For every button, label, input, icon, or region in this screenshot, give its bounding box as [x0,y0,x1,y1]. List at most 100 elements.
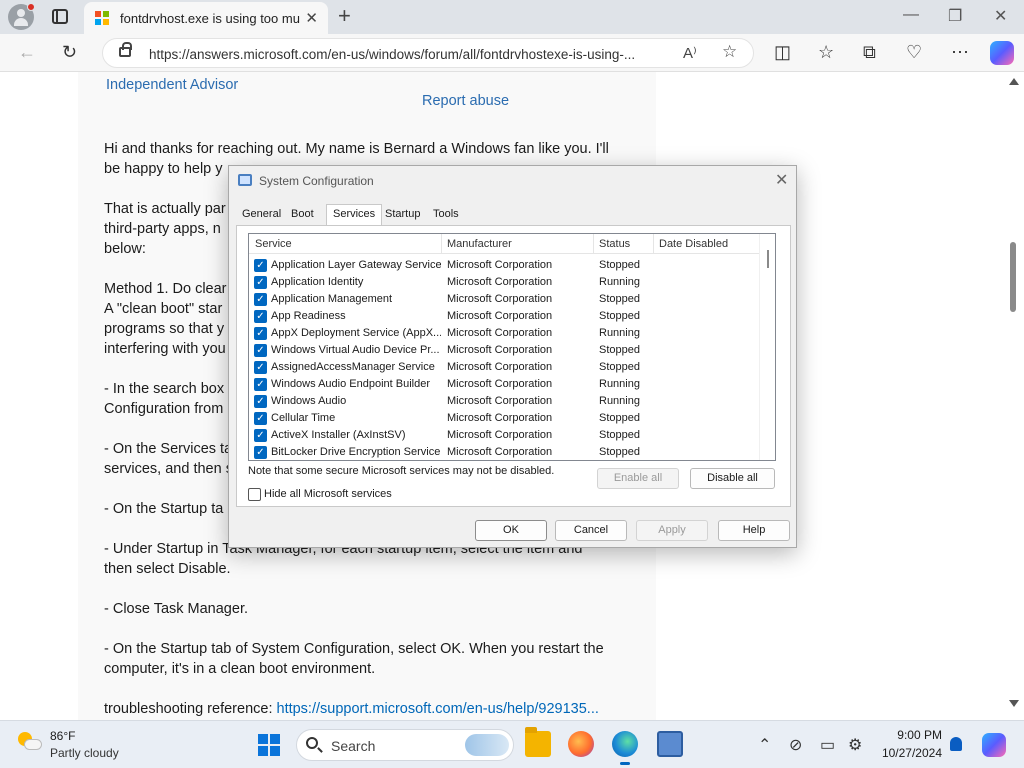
column-service[interactable]: Service [255,238,292,250]
column-date-disabled[interactable]: Date Disabled [659,238,728,250]
restore-icon[interactable]: ❐ [948,6,962,26]
firefox-icon[interactable] [568,731,594,757]
split-screen-icon[interactable]: ◫ [774,43,791,61]
lock-icon[interactable] [119,42,132,57]
tab-actions-icon[interactable] [52,9,68,24]
read-aloud-icon[interactable]: A⁾ [683,44,697,62]
new-tab-icon[interactable]: + [338,3,351,29]
column-separator[interactable] [441,234,442,254]
service-row[interactable]: ✓ Windows Audio Microsoft Corporation Ru… [249,393,759,410]
service-checkbox[interactable]: ✓ [254,276,267,289]
service-row[interactable]: ✓ AppX Deployment Service (AppX... Micro… [249,325,759,342]
service-name: ActiveX Installer (AxInstSV) [271,429,406,441]
clock-time[interactable]: 9:00 PM [892,728,942,742]
column-separator[interactable] [593,234,594,254]
services-list[interactable]: Service Manufacturer Status Date Disable… [248,233,776,461]
service-manufacturer: Microsoft Corporation [447,378,553,390]
service-manufacturer: Microsoft Corporation [447,446,553,458]
settings-gear-icon[interactable]: ⚙ [848,735,862,755]
services-scrollbar[interactable] [759,234,775,460]
enable-all-button[interactable]: Enable all [597,468,679,489]
copilot-taskbar-icon[interactable] [982,733,1006,757]
back-icon[interactable]: ← [18,43,36,61]
disable-all-button[interactable]: Disable all [690,468,775,489]
weather-partly-cloudy-icon[interactable] [18,732,42,752]
more-options-icon[interactable]: ⋯ [951,43,969,61]
column-separator[interactable] [653,234,654,254]
service-checkbox[interactable]: ✓ [254,344,267,357]
service-row[interactable]: ✓ AssignedAccessManager Service Microsof… [249,359,759,376]
service-status: Stopped [599,412,640,424]
browser-essentials-icon[interactable]: ♡ [906,43,922,61]
page-scrollbar[interactable] [1004,72,1024,720]
tab-boot[interactable]: Boot [291,208,314,220]
service-checkbox[interactable]: ✓ [254,412,267,425]
service-checkbox[interactable]: ✓ [254,361,267,374]
column-status[interactable]: Status [599,238,630,250]
display-icon[interactable]: ▭ [820,735,835,755]
ok-button[interactable]: OK [475,520,547,541]
service-checkbox[interactable]: ✓ [254,429,267,442]
scroll-thumb[interactable] [1010,242,1016,312]
service-status: Running [599,327,640,339]
service-checkbox[interactable]: ✓ [254,259,267,272]
service-checkbox[interactable]: ✓ [254,293,267,306]
article-line: services, and then s [104,461,233,477]
services-scroll-thumb[interactable] [767,250,769,268]
hide-ms-checkbox-box[interactable] [248,488,261,501]
show-hidden-icons-chevron-icon[interactable]: ⌃ [758,735,771,755]
collections-icon[interactable]: ⧉ [863,43,876,61]
service-row[interactable]: ✓ Application Identity Microsoft Corpora… [249,274,759,291]
service-checkbox[interactable]: ✓ [254,378,267,391]
service-row[interactable]: ✓ App Readiness Microsoft Corporation St… [249,308,759,325]
service-checkbox[interactable]: ✓ [254,446,267,459]
copilot-icon[interactable] [990,41,1014,65]
notification-bell-icon[interactable] [950,737,962,751]
column-manufacturer[interactable]: Manufacturer [447,238,512,250]
window-close-icon[interactable]: ✕ [994,6,1007,26]
apply-button[interactable]: Apply [636,520,708,541]
system-configuration-taskbar-icon[interactable] [657,731,683,757]
tab-tools[interactable]: Tools [433,208,459,220]
tab-close-icon[interactable]: ✕ [305,9,318,27]
minimize-icon[interactable]: — [903,6,919,24]
service-checkbox[interactable]: ✓ [254,310,267,323]
profile-avatar-icon[interactable] [8,3,35,30]
scroll-up-icon[interactable] [1009,78,1019,85]
edge-icon[interactable] [612,731,638,757]
report-abuse-link[interactable]: Report abuse [422,93,509,109]
reference-link[interactable]: https://support.microsoft.com/en-us/help… [277,701,599,717]
service-row[interactable]: ✓ ActiveX Installer (AxInstSV) Microsoft… [249,427,759,444]
file-explorer-icon[interactable] [525,727,551,757]
refresh-icon[interactable]: ↻ [62,43,77,61]
service-row[interactable]: ✓ Windows Audio Endpoint Builder Microso… [249,376,759,393]
clock-date[interactable]: 10/27/2024 [872,746,942,760]
favorites-icon[interactable]: ☆ [818,43,834,61]
start-windows-icon[interactable] [258,734,280,756]
service-row[interactable]: ✓ Application Management Microsoft Corpo… [249,291,759,308]
taskbar-search[interactable]: Search [296,729,514,761]
favorite-star-icon[interactable]: ☆ [722,42,737,62]
service-checkbox[interactable]: ✓ [254,327,267,340]
weather-temperature[interactable]: 86°F [50,729,75,743]
advisor-link[interactable]: Independent Advisor [106,77,238,93]
service-row[interactable]: ✓ BitLocker Drive Encryption Service Mic… [249,444,759,460]
service-row[interactable]: ✓ Application Layer Gateway Service Micr… [249,257,759,274]
help-button[interactable]: Help [718,520,790,541]
weather-condition[interactable]: Partly cloudy [50,746,119,760]
tab-services[interactable]: Services [326,204,383,226]
url-text[interactable]: https://answers.microsoft.com/en-us/wind… [149,47,671,62]
cancel-button[interactable]: Cancel [555,520,627,541]
service-status: Stopped [599,361,640,373]
browser-tab[interactable]: fontdrvhost.exe is using too much ✕ [84,2,328,34]
service-name: App Readiness [271,310,346,322]
dialog-close-icon[interactable]: ✕ [775,170,788,190]
tab-startup[interactable]: Startup [385,208,420,220]
service-row[interactable]: ✓ Windows Virtual Audio Device Pr... Mic… [249,342,759,359]
tab-general[interactable]: General [242,208,281,220]
network-status-icon[interactable]: ⊘ [789,735,802,755]
scroll-down-icon[interactable] [1009,700,1019,707]
address-bar[interactable]: https://answers.microsoft.com/en-us/wind… [102,38,754,68]
service-row[interactable]: ✓ Cellular Time Microsoft Corporation St… [249,410,759,427]
service-checkbox[interactable]: ✓ [254,395,267,408]
